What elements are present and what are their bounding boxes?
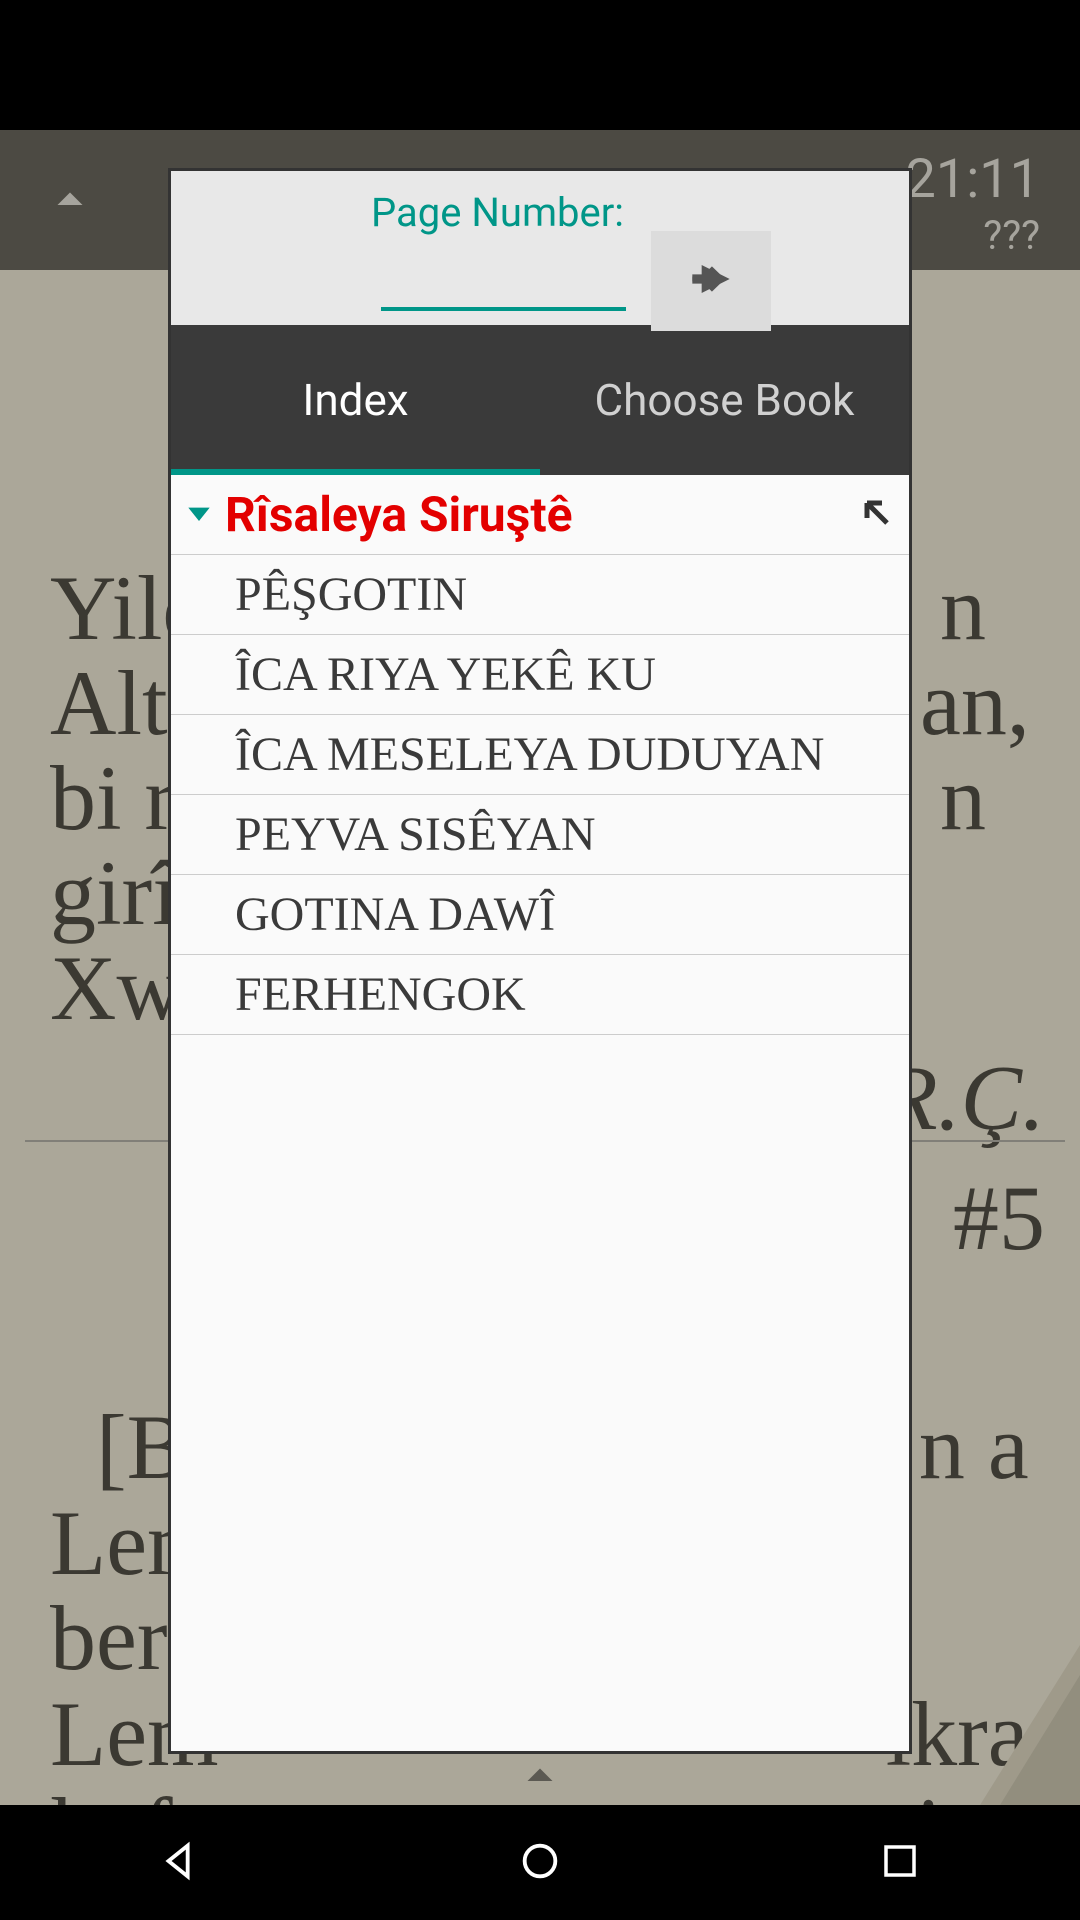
page-number-input[interactable] [381,261,626,311]
page-curl-icon[interactable] [940,1645,1080,1805]
index-item[interactable]: GOTINA DAWÎ [171,875,909,955]
go-button[interactable] [651,231,771,331]
top-black-bar [0,0,1080,130]
page-number-label: Page Number: [371,189,624,236]
bg-frag: n [940,560,986,657]
index-item-label: PEYVA SISÊYAN [235,807,596,862]
nav-recent-button[interactable] [860,1823,940,1903]
home-circle-icon [517,1838,563,1888]
bg-pagenum: #5 [953,1170,1045,1267]
index-item[interactable]: FERHENGOK [171,955,909,1035]
index-item[interactable]: PÊŞGOTIN [171,555,909,635]
arrow-nw-icon[interactable] [857,493,897,537]
nav-dialog: Page Number: Index Choose Book Rîsaleya [168,168,912,1754]
arrow-right-icon [683,251,739,311]
index-item-label: PÊŞGOTIN [235,567,467,622]
android-navbar [0,1805,1080,1920]
up-arrow-icon[interactable] [40,170,100,230]
index-item-label: GOTINA DAWÎ [235,887,555,942]
nav-back-button[interactable] [140,1823,220,1903]
bg-frag: an, [920,655,1030,752]
header-info: ??? [983,212,1040,259]
recent-square-icon [879,1840,921,1886]
dialog-tabs: Index Choose Book [171,325,909,475]
bottom-expand-icon[interactable] [510,1751,570,1795]
tab-index-label: Index [302,374,408,426]
index-item-label: ÎCA RIYA YEKÊ KU [235,647,656,702]
index-item-label: ÎCA MESELEYA DUDUYAN [235,727,824,782]
back-triangle-icon [157,1838,203,1888]
index-item[interactable]: ÎCA RIYA YEKÊ KU [171,635,909,715]
dialog-header: Page Number: [171,171,909,325]
tab-index[interactable]: Index [171,325,540,475]
clock-time: 21:11 [906,148,1040,211]
index-list: Rîsaleya Siruştê PÊŞGOTIN ÎCA RIYA YEKÊ … [171,475,909,1035]
index-root-title: Rîsaleya Siruştê [225,486,857,543]
bg-frag: n [940,750,986,847]
tab-choose-book[interactable]: Choose Book [540,325,909,475]
index-root-row[interactable]: Rîsaleya Siruştê [171,475,909,555]
screen-root: 21:11 ??? Yildin Altiran, bi ren girîn X… [0,0,1080,1920]
index-item[interactable]: ÎCA MESELEYA DUDUYAN [171,715,909,795]
nav-home-button[interactable] [500,1823,580,1903]
collapse-triangle-icon[interactable] [183,497,215,533]
index-item[interactable]: PEYVA SISÊYAN [171,795,909,875]
index-item-label: FERHENGOK [235,967,526,1022]
tab-choose-book-label: Choose Book [595,374,855,426]
